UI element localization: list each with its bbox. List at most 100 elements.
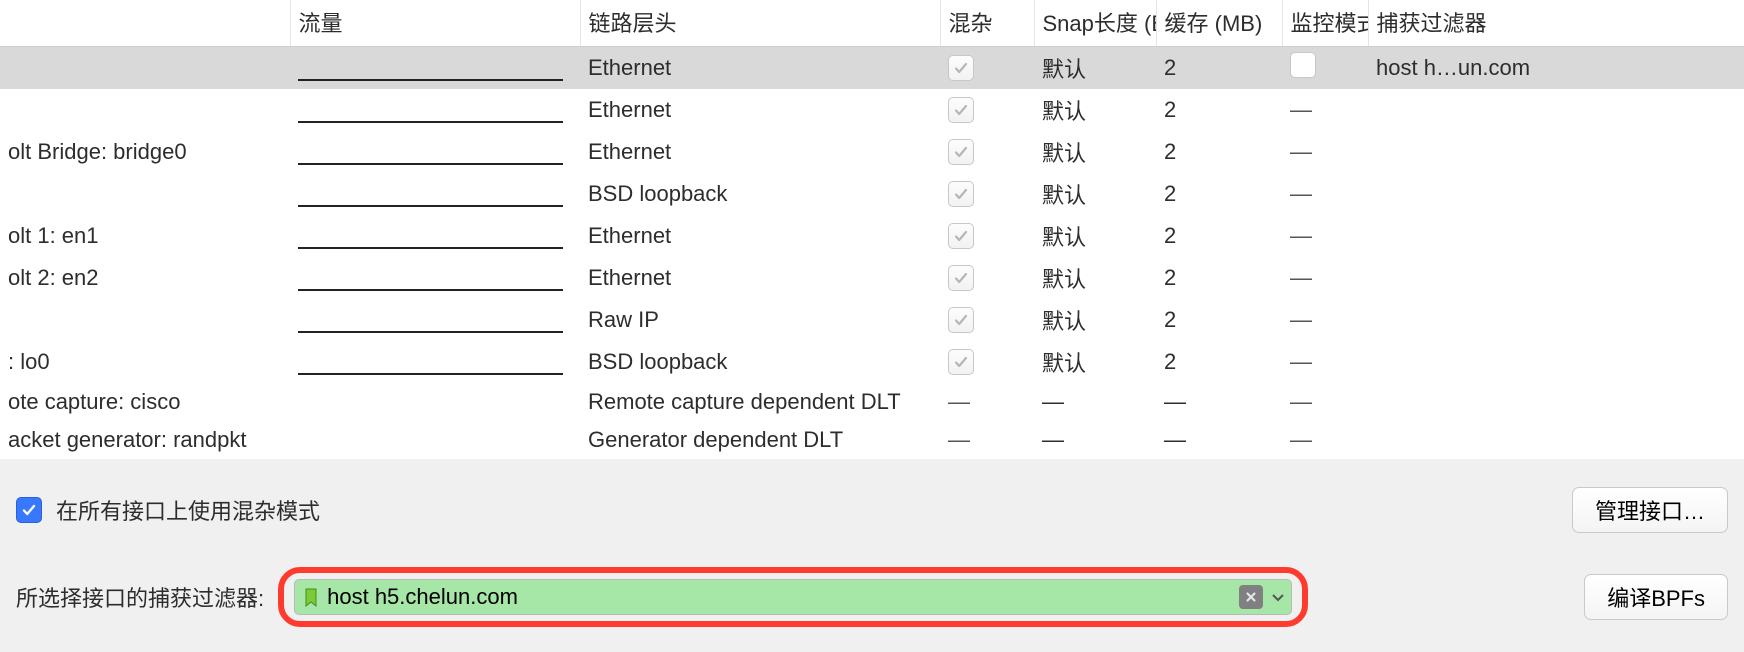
- traffic-sparkline: [298, 289, 563, 291]
- monitor-dash: —: [1290, 349, 1312, 374]
- monitor-dash: —: [1290, 223, 1312, 248]
- manage-interfaces-button[interactable]: 管理接口…: [1572, 487, 1728, 533]
- capture-filter-field[interactable]: [294, 579, 1292, 615]
- table-row[interactable]: BSD loopback默认2—: [0, 173, 1744, 215]
- cell-filter: [1368, 341, 1744, 383]
- cell-buffer: 2: [1156, 299, 1282, 341]
- promisc-checkbox[interactable]: [948, 349, 974, 375]
- col-interface[interactable]: [0, 0, 290, 47]
- cell-linklayer: Raw IP: [580, 299, 940, 341]
- cell-linklayer: Generator dependent DLT: [580, 421, 940, 459]
- compile-bpf-button[interactable]: 编译BPFs: [1584, 574, 1728, 620]
- cell-monitor: —: [1282, 299, 1368, 341]
- col-filter[interactable]: 捕获过滤器: [1368, 0, 1744, 47]
- cell-promisc: [940, 89, 1034, 131]
- cell-buffer: 2: [1156, 341, 1282, 383]
- cell-traffic: [290, 421, 580, 459]
- table-row[interactable]: olt 1: en1Ethernet默认2—: [0, 215, 1744, 257]
- cell-monitor: —: [1282, 173, 1368, 215]
- cell-buffer: 2: [1156, 89, 1282, 131]
- capture-filter-label: 所选择接口的捕获过滤器:: [16, 581, 264, 613]
- cell-buffer: 2: [1156, 47, 1282, 90]
- promisc-dash: —: [948, 389, 970, 414]
- cell-filter: [1368, 131, 1744, 173]
- cell-promisc: —: [940, 383, 1034, 421]
- promisc-checkbox[interactable]: [948, 139, 974, 165]
- traffic-sparkline: [298, 205, 563, 207]
- traffic-sparkline: [298, 121, 563, 123]
- clear-icon[interactable]: [1239, 585, 1263, 609]
- bottom-panel: 在所有接口上使用混杂模式 管理接口… 所选择接口的捕获过滤器: 编译BPFs: [0, 459, 1744, 627]
- monitor-dash: —: [1290, 427, 1312, 452]
- cell-traffic: [290, 257, 580, 299]
- traffic-sparkline: [298, 373, 563, 375]
- cell-buffer: 2: [1156, 257, 1282, 299]
- cell-promisc: [940, 47, 1034, 90]
- col-traffic[interactable]: 流量: [290, 0, 580, 47]
- monitor-dash: —: [1290, 97, 1312, 122]
- cell-interface: ote capture: cisco: [0, 383, 290, 421]
- cell-linklayer: Ethernet: [580, 47, 940, 90]
- col-linklayer[interactable]: 链路层头: [580, 0, 940, 47]
- interfaces-table[interactable]: 流量 链路层头 混杂 Snap长度 (B 缓存 (MB) 监控模式 捕获过滤器 …: [0, 0, 1744, 459]
- promisc-checkbox[interactable]: [948, 97, 974, 123]
- promisc-checkbox[interactable]: [948, 223, 974, 249]
- capture-filter-input[interactable]: [321, 580, 1239, 614]
- monitor-checkbox[interactable]: [1290, 52, 1316, 78]
- cell-promisc: [940, 257, 1034, 299]
- cell-promisc: [940, 131, 1034, 173]
- traffic-sparkline: [298, 331, 563, 333]
- chevron-down-icon[interactable]: [1271, 590, 1285, 604]
- promisc-checkbox[interactable]: [948, 265, 974, 291]
- traffic-sparkline: [298, 247, 563, 249]
- cell-linklayer: Remote capture dependent DLT: [580, 383, 940, 421]
- cell-linklayer: Ethernet: [580, 89, 940, 131]
- monitor-dash: —: [1290, 389, 1312, 414]
- cell-traffic: [290, 341, 580, 383]
- cell-filter: [1368, 383, 1744, 421]
- cell-traffic: [290, 383, 580, 421]
- monitor-dash: —: [1290, 181, 1312, 206]
- cell-traffic: [290, 299, 580, 341]
- cell-traffic: [290, 173, 580, 215]
- col-promisc[interactable]: 混杂: [940, 0, 1034, 47]
- cell-filter: [1368, 299, 1744, 341]
- cell-interface: [0, 47, 290, 90]
- table-row[interactable]: acket generator: randpktGenerator depend…: [0, 421, 1744, 459]
- cell-buffer: 2: [1156, 131, 1282, 173]
- promisc-checkbox[interactable]: [948, 55, 974, 81]
- table-row[interactable]: olt 2: en2Ethernet默认2—: [0, 257, 1744, 299]
- table-row[interactable]: Raw IP 默认2—: [0, 299, 1744, 341]
- cell-snaplen: 默认: [1034, 131, 1156, 173]
- cell-filter: [1368, 421, 1744, 459]
- cell-interface: olt 1: en1: [0, 215, 290, 257]
- cell-linklayer: BSD loopback: [580, 173, 940, 215]
- table-row[interactable]: : lo0BSD loopback默认2—: [0, 341, 1744, 383]
- cell-snaplen: 默认: [1034, 341, 1156, 383]
- cell-monitor: —: [1282, 383, 1368, 421]
- cell-promisc: [940, 215, 1034, 257]
- promisc-checkbox[interactable]: [948, 181, 974, 207]
- cell-buffer: —: [1156, 383, 1282, 421]
- cell-filter: [1368, 257, 1744, 299]
- promisc-dash: —: [948, 427, 970, 452]
- interfaces-table-container: 流量 链路层头 混杂 Snap长度 (B 缓存 (MB) 监控模式 捕获过滤器 …: [0, 0, 1744, 459]
- table-row[interactable]: olt Bridge: bridge0Ethernet默认2—: [0, 131, 1744, 173]
- col-buffer[interactable]: 缓存 (MB): [1156, 0, 1282, 47]
- cell-monitor: —: [1282, 341, 1368, 383]
- table-row[interactable]: Ethernet默认2host h…un.com: [0, 47, 1744, 90]
- cell-snaplen: 默认: [1034, 299, 1156, 341]
- col-monitor[interactable]: 监控模式: [1282, 0, 1368, 47]
- bookmark-icon[interactable]: [301, 587, 321, 607]
- cell-buffer: —: [1156, 421, 1282, 459]
- cell-snaplen: —: [1034, 421, 1156, 459]
- cell-filter: host h…un.com: [1368, 47, 1744, 90]
- promisc-checkbox[interactable]: [948, 307, 974, 333]
- col-snaplen[interactable]: Snap长度 (B: [1034, 0, 1156, 47]
- cell-linklayer: Ethernet: [580, 215, 940, 257]
- table-row[interactable]: Ethernet默认2—: [0, 89, 1744, 131]
- promisc-all-checkbox[interactable]: [16, 497, 42, 523]
- cell-promisc: [940, 173, 1034, 215]
- table-row[interactable]: ote capture: cisco Remote capture depende…: [0, 383, 1744, 421]
- cell-traffic: [290, 215, 580, 257]
